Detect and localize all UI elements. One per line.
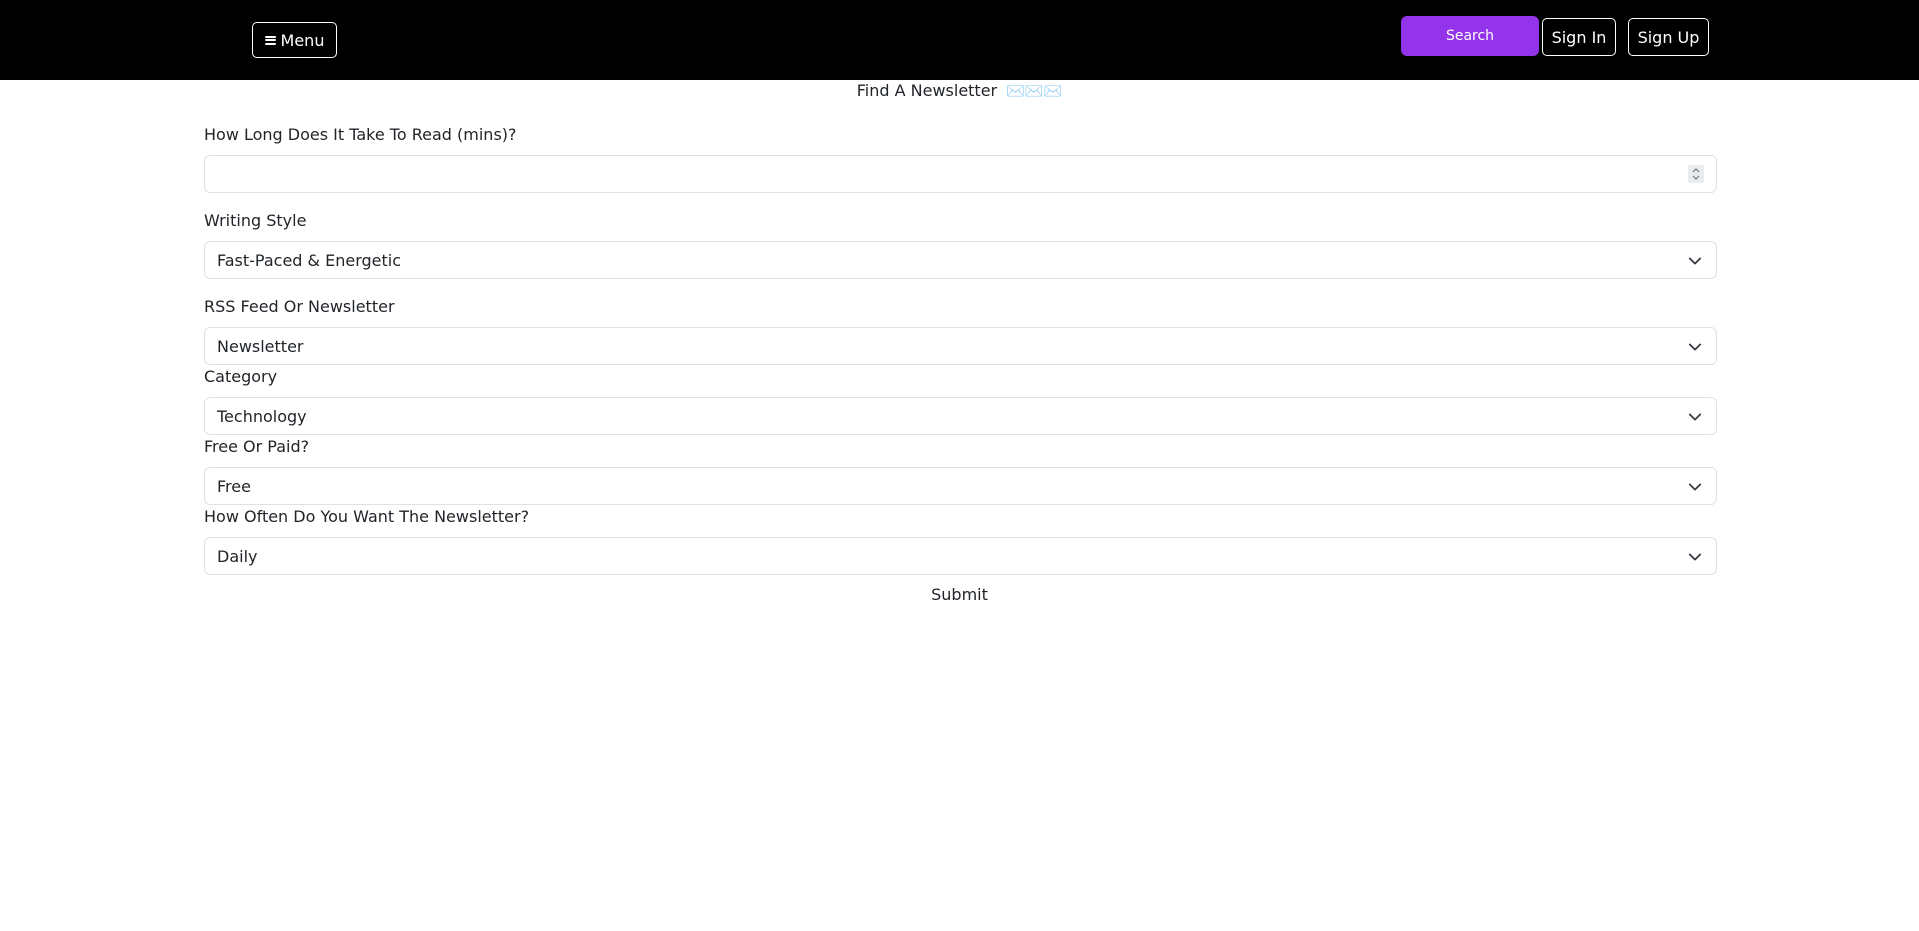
read-time-input[interactable]	[204, 155, 1717, 193]
category-select[interactable]: Technology	[204, 397, 1717, 435]
frequency-value: Daily	[217, 546, 258, 566]
page-title: Find A Newsletter ✉️✉️✉️	[0, 80, 1919, 102]
frequency-label: How Often Do You Want The Newsletter?	[204, 507, 530, 526]
sign-up-button[interactable]: Sign Up	[1628, 18, 1709, 56]
menu-button[interactable]: Menu	[252, 22, 337, 58]
pricing-select[interactable]: Free	[204, 467, 1717, 505]
chevron-down-icon	[1688, 257, 1702, 265]
pricing-label: Free Or Paid?	[204, 437, 310, 456]
chevron-down-icon	[1688, 413, 1702, 421]
stepper-up-icon	[1692, 168, 1700, 173]
read-time-label: How Long Does It Take To Read (mins)?	[204, 125, 517, 144]
page-title-text: Find A Newsletter	[856, 81, 998, 100]
sign-in-button[interactable]: Sign In	[1542, 18, 1616, 56]
number-stepper-icon[interactable]	[1688, 165, 1704, 183]
feed-type-label: RSS Feed Or Newsletter	[204, 297, 395, 316]
feed-type-value: Newsletter	[217, 336, 304, 356]
submit-button[interactable]: Submit	[904, 583, 1015, 607]
hamburger-icon	[264, 35, 276, 45]
category-label: Category	[204, 367, 278, 386]
chevron-down-icon	[1688, 483, 1702, 491]
chevron-down-icon	[1688, 553, 1702, 561]
envelope-icon: ✉️✉️✉️	[1006, 82, 1063, 100]
menu-button-label: Menu	[280, 30, 325, 50]
pricing-value: Free	[217, 476, 251, 496]
top-navbar: Menu Search Sign In Sign Up	[0, 0, 1919, 80]
feed-type-select[interactable]: Newsletter	[204, 327, 1717, 365]
search-button[interactable]: Search	[1401, 16, 1539, 56]
writing-style-select[interactable]: Fast-Paced & Energetic	[204, 241, 1717, 279]
writing-style-label: Writing Style	[204, 211, 307, 230]
stepper-down-icon	[1692, 175, 1700, 180]
writing-style-value: Fast-Paced & Energetic	[217, 250, 402, 270]
frequency-select[interactable]: Daily	[204, 537, 1717, 575]
category-value: Technology	[217, 406, 307, 426]
chevron-down-icon	[1688, 343, 1702, 351]
